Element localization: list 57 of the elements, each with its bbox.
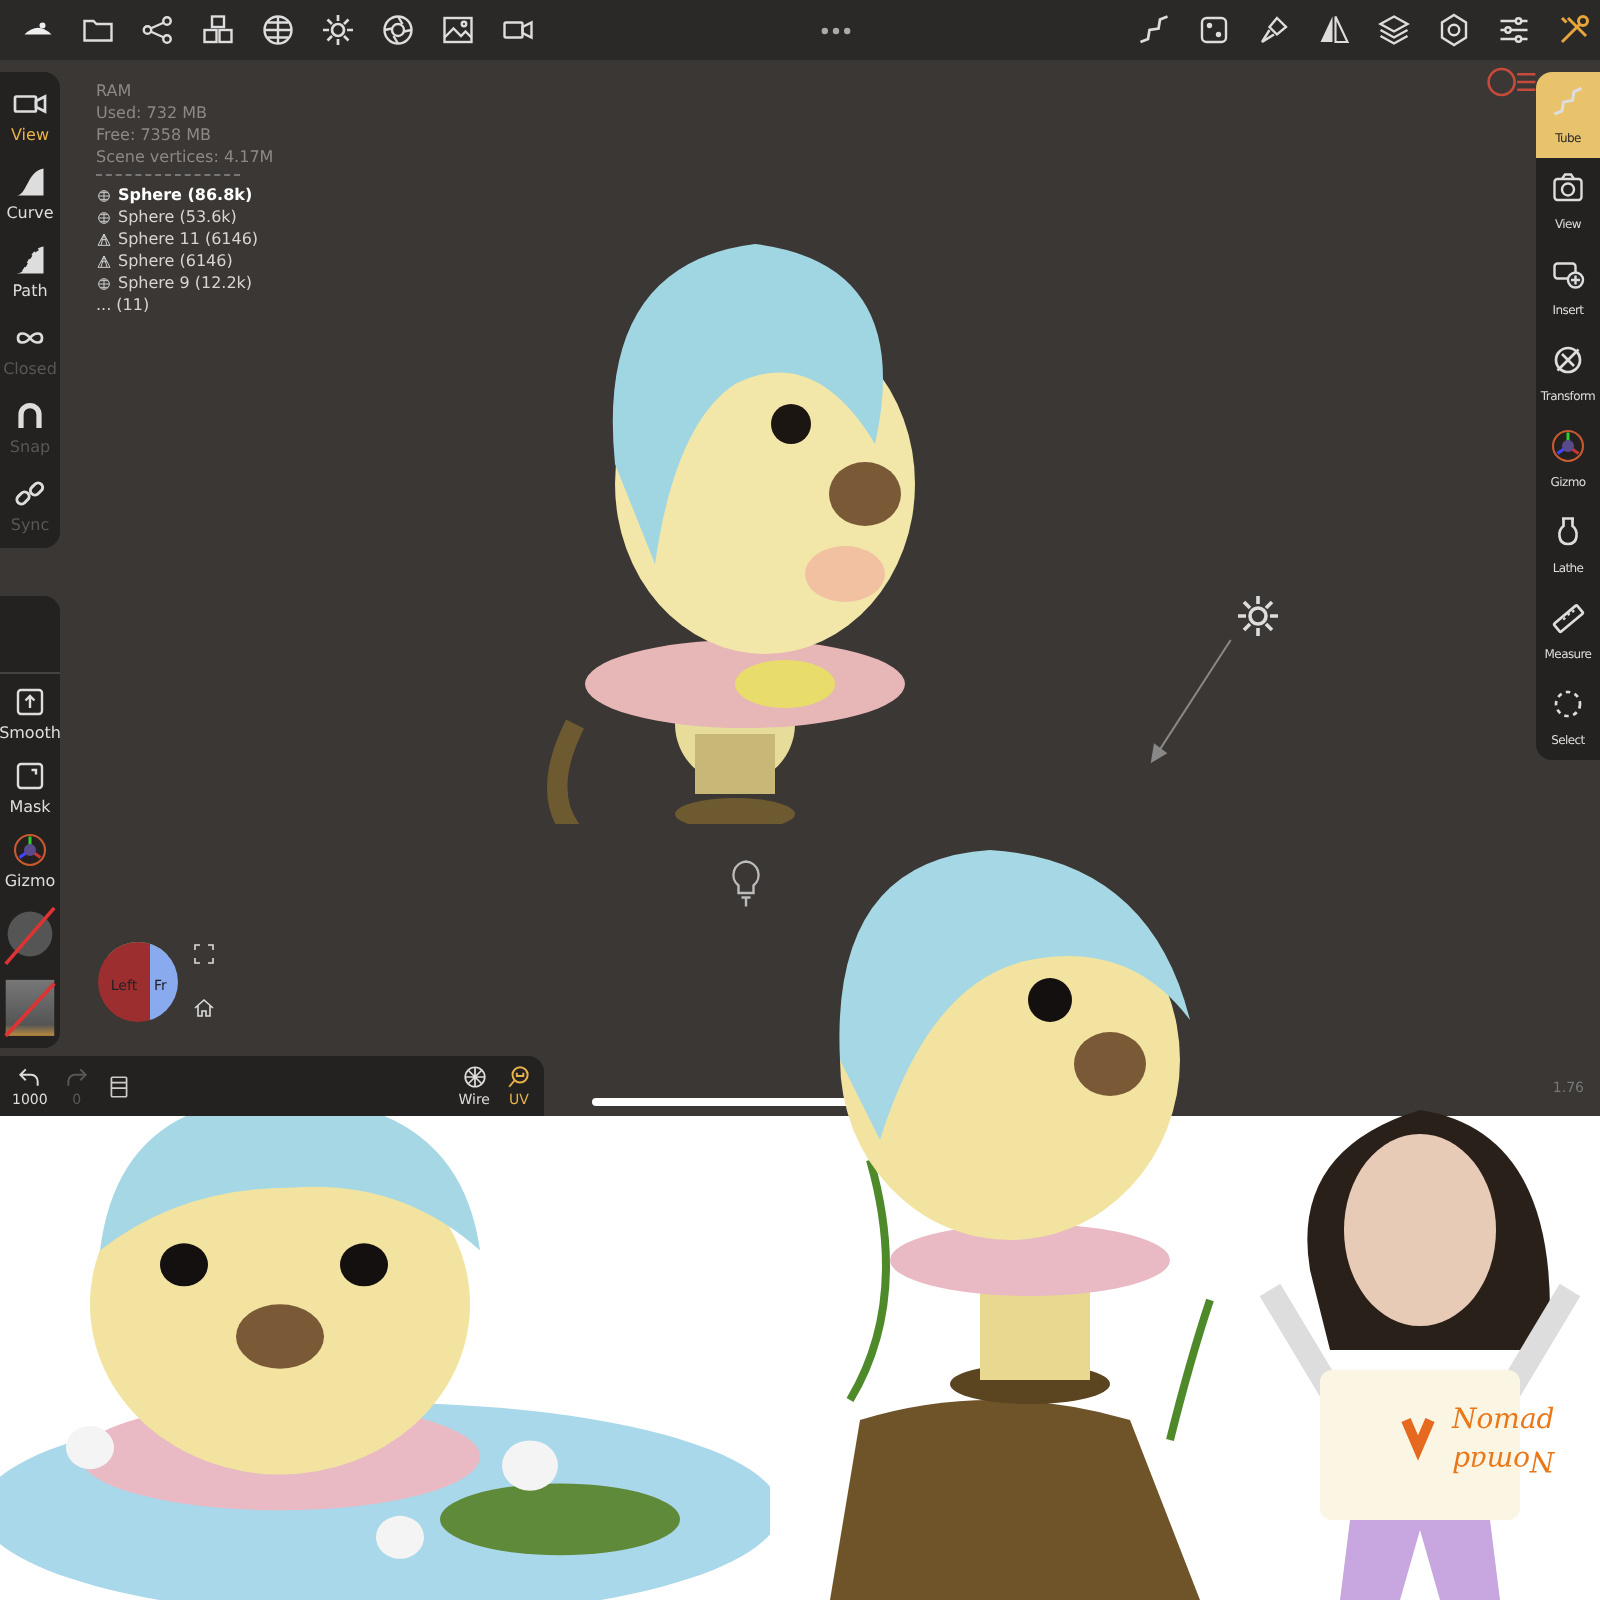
insert-icon: [1550, 256, 1586, 292]
scene-object-item[interactable]: Sphere 9 (12.2k): [96, 272, 274, 294]
toolbar-button[interactable]: Gizmo: [0, 826, 60, 896]
layers-icon[interactable]: [1376, 12, 1412, 48]
scene-object-item[interactable]: Sphere 11 (6146): [96, 228, 274, 250]
more-dots-icon[interactable]: [820, 25, 852, 35]
settings-icon[interactable]: [1436, 12, 1472, 48]
toolbar-button[interactable]: Smooth: [0, 678, 60, 748]
stats-line: RAM: [96, 80, 134, 102]
fullscreen-icon[interactable]: [192, 942, 216, 966]
uv-icon: [506, 1064, 532, 1090]
stats-line: Scene vertices: 4.17M: [96, 146, 274, 168]
mask-icon: [12, 758, 48, 794]
stats-line: Used: 732 MB: [96, 102, 209, 124]
curve-icon: [12, 164, 48, 200]
brush-icon[interactable]: [1256, 12, 1292, 48]
toolbar-button[interactable]: Mask: [0, 752, 60, 822]
scene-object-item[interactable]: Sphere (86.8k): [96, 184, 274, 206]
light-icon[interactable]: [1234, 592, 1282, 640]
camera-icon: [1550, 170, 1586, 206]
home-icon[interactable]: [192, 996, 216, 1020]
magnet-icon: [12, 398, 48, 434]
scene-object-item[interactable]: Sphere (53.6k): [96, 206, 274, 228]
sun-icon[interactable]: [320, 12, 356, 48]
stats-line: Free: 7358 MB: [96, 124, 214, 146]
undo-icon: [16, 1064, 43, 1090]
sphere-icon[interactable]: [260, 12, 296, 48]
handwritten-text: Nomad: [1452, 1402, 1555, 1440]
more-objects-item[interactable]: ... (11): [96, 294, 274, 316]
gizmo-icon: [12, 832, 48, 868]
image-icon[interactable]: [440, 12, 476, 48]
redo-icon: [63, 1064, 90, 1090]
stroke-icon[interactable]: [1136, 12, 1172, 48]
toolbar-button[interactable]: View: [0, 80, 60, 150]
path-icon: [12, 242, 48, 278]
aperture-icon[interactable]: [380, 12, 416, 48]
gizmo-icon: [1550, 428, 1586, 464]
symmetry-icon[interactable]: [1316, 12, 1352, 48]
dice-icon[interactable]: [1196, 12, 1232, 48]
link-icon: [12, 476, 48, 512]
dashed-circle-icon: [1550, 686, 1586, 722]
toolbar-button[interactable]: Path: [0, 236, 60, 306]
document-icon[interactable]: [105, 1073, 132, 1099]
spotlight-icon[interactable]: [1486, 64, 1538, 100]
toolbar-button[interactable]: Curve: [0, 158, 60, 228]
smooth-icon: [12, 684, 48, 720]
cubes-icon[interactable]: [200, 12, 236, 48]
handwritten-text: Nomad: [1452, 1442, 1555, 1480]
tools-icon[interactable]: [1556, 12, 1592, 48]
light-pin-icon[interactable]: [728, 856, 764, 912]
scene-object-item[interactable]: Sphere (6146): [96, 250, 274, 272]
share-nodes-icon[interactable]: [140, 12, 176, 48]
sliders-icon[interactable]: [1496, 12, 1532, 48]
wireframe-sphere-icon: [461, 1064, 488, 1090]
ruler-icon: [1550, 600, 1586, 636]
transform-icon: [1550, 342, 1586, 378]
zigzag-icon: [1550, 84, 1586, 120]
